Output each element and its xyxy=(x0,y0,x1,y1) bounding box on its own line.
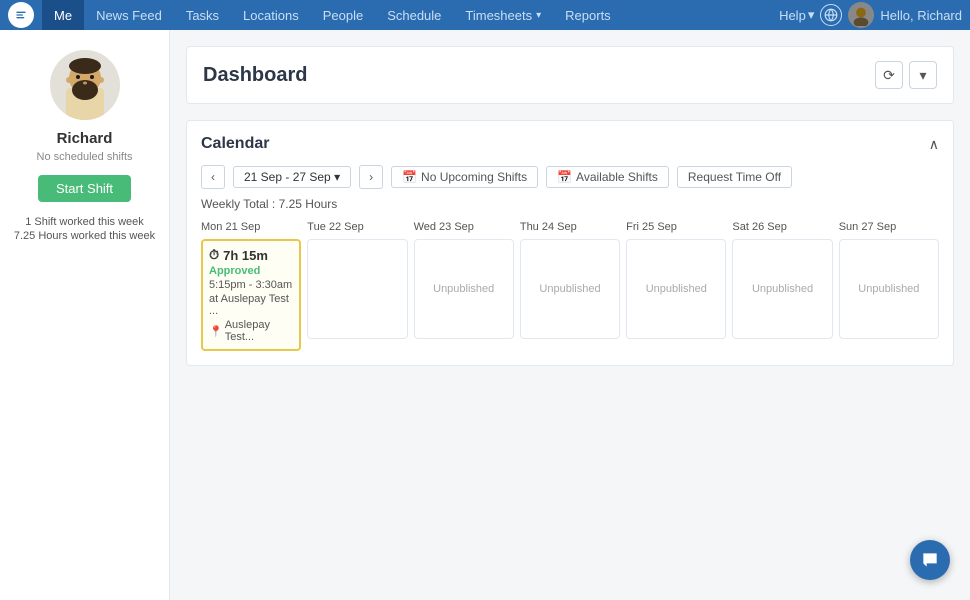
nav-locations[interactable]: Locations xyxy=(231,0,311,30)
weekly-total: Weekly Total : 7.25 Hours xyxy=(201,197,939,211)
day-column-sat: Sat 26 Sep Unpublished xyxy=(732,221,832,351)
nav-items: Me News Feed Tasks Locations People Sche… xyxy=(42,0,779,30)
sidebar: Richard No scheduled shifts Start Shift … xyxy=(0,30,170,600)
user-greeting[interactable]: Hello, Richard xyxy=(880,8,962,23)
day-column-mon: Mon 21 Sep ⏱ 7h 15m Approved 5:15pm - 3:… xyxy=(201,221,301,351)
nav-schedule[interactable]: Schedule xyxy=(375,0,453,30)
nav-reports[interactable]: Reports xyxy=(553,0,623,30)
shift-time-detail: 5:15pm - 3:30am xyxy=(209,279,292,291)
dashboard-title: Dashboard xyxy=(203,64,307,87)
day-column-wed: Wed 23 Sep Unpublished xyxy=(414,221,514,351)
start-shift-button[interactable]: Start Shift xyxy=(38,175,131,202)
day-column-thu: Thu 24 Sep Unpublished xyxy=(520,221,620,351)
pin-icon: 📍 xyxy=(209,325,223,338)
logo[interactable] xyxy=(8,2,34,28)
sidebar-username: Richard xyxy=(57,130,113,147)
calendar-collapse-button[interactable]: ∧ xyxy=(929,136,939,153)
no-upcoming-label: No Upcoming Shifts xyxy=(421,170,527,184)
day-header-wed: Wed 23 Sep xyxy=(414,221,514,233)
shift-status: Approved xyxy=(209,265,260,277)
shift-location-name: Auslepay Test... xyxy=(225,319,294,343)
avatar xyxy=(50,50,120,120)
request-time-off-button[interactable]: Request Time Off xyxy=(677,166,792,188)
day-column-fri: Fri 25 Sep Unpublished xyxy=(626,221,726,351)
day-label-sat: Unpublished xyxy=(752,283,813,295)
nav-people[interactable]: People xyxy=(311,0,375,30)
day-header-fri: Fri 25 Sep xyxy=(626,221,726,233)
sidebar-shifts-stat: 1 Shift worked this week xyxy=(25,216,144,228)
shift-duration: ⏱ 7h 15m xyxy=(209,247,268,263)
date-range-label: 21 Sep - 27 Sep xyxy=(244,170,331,184)
day-label-thu: Unpublished xyxy=(539,283,600,295)
date-range-button[interactable]: 21 Sep - 27 Sep ▾ xyxy=(233,166,351,188)
nav-tasks[interactable]: Tasks xyxy=(174,0,231,30)
day-cell-sat: Unpublished xyxy=(732,239,832,339)
day-column-sun: Sun 27 Sep Unpublished xyxy=(839,221,939,351)
top-navigation: Me News Feed Tasks Locations People Sche… xyxy=(0,0,970,30)
day-label-wed: Unpublished xyxy=(433,283,494,295)
available-shifts-button[interactable]: 📅 Available Shifts xyxy=(546,166,669,188)
calendar-next-button[interactable]: › xyxy=(359,165,383,189)
today-badge: Tue 22 Sep xyxy=(307,221,363,233)
calendar-icon-2: 📅 xyxy=(557,170,572,184)
dashboard-actions: ⟳ ▾ xyxy=(875,61,937,89)
day-cell-mon[interactable]: ⏱ 7h 15m Approved 5:15pm - 3:30am at Aus… xyxy=(201,239,301,351)
day-header-thu: Thu 24 Sep xyxy=(520,221,620,233)
day-label-sun: Unpublished xyxy=(858,283,919,295)
request-time-off-label: Request Time Off xyxy=(688,170,781,184)
calendar-section-header: Calendar ∧ xyxy=(201,135,939,153)
calendar-controls: ‹ 21 Sep - 27 Sep ▾ › 📅 No Upcoming Shif… xyxy=(201,165,939,189)
shift-duration-value: 7h 15m xyxy=(223,248,268,263)
day-cell-fri: Unpublished xyxy=(626,239,726,339)
day-column-tue: Tue 22 Sep xyxy=(307,221,407,351)
day-label-fri: Unpublished xyxy=(646,283,707,295)
dashboard-refresh-button[interactable]: ⟳ xyxy=(875,61,903,89)
day-cell-thu: Unpublished xyxy=(520,239,620,339)
dashboard-dropdown-button[interactable]: ▾ xyxy=(909,61,937,89)
calendar-title: Calendar xyxy=(201,135,269,153)
help-button[interactable]: Help ▾ xyxy=(779,7,814,23)
day-cell-wed: Unpublished xyxy=(414,239,514,339)
user-avatar[interactable] xyxy=(848,2,874,28)
nav-newsfeed[interactable]: News Feed xyxy=(84,0,174,30)
main-layout: Richard No scheduled shifts Start Shift … xyxy=(0,30,970,600)
topnav-right: Help ▾ Hello, Richard xyxy=(779,2,962,28)
no-upcoming-shifts-button[interactable]: 📅 No Upcoming Shifts xyxy=(391,166,538,188)
clock-icon: ⏱ xyxy=(209,247,219,263)
calendar-icon-1: 📅 xyxy=(402,170,417,184)
available-shifts-label: Available Shifts xyxy=(576,170,658,184)
calendar-section: Calendar ∧ ‹ 21 Sep - 27 Sep ▾ › 📅 No Up… xyxy=(186,120,954,366)
dashboard-header: Dashboard ⟳ ▾ xyxy=(186,46,954,104)
shift-location-line1: at Auslepay Test ... xyxy=(209,293,293,317)
nav-me[interactable]: Me xyxy=(42,0,84,30)
nav-timesheets[interactable]: Timesheets ▾ xyxy=(453,0,553,30)
chat-bubble-button[interactable] xyxy=(910,540,950,580)
sidebar-hours-stat: 7.25 Hours worked this week xyxy=(14,230,155,242)
sidebar-schedule-status: No scheduled shifts xyxy=(37,151,133,163)
language-button[interactable] xyxy=(820,4,842,26)
day-header-tue: Tue 22 Sep xyxy=(307,221,407,233)
main-content: Dashboard ⟳ ▾ Calendar ∧ ‹ 21 Sep - 27 S… xyxy=(170,30,970,600)
day-header-mon: Mon 21 Sep xyxy=(201,221,301,233)
day-cell-tue xyxy=(307,239,407,339)
day-header-sat: Sat 26 Sep xyxy=(732,221,832,233)
calendar-grid: Mon 21 Sep ⏱ 7h 15m Approved 5:15pm - 3:… xyxy=(201,221,939,351)
day-cell-sun: Unpublished xyxy=(839,239,939,339)
shift-location-line2: 📍 Auslepay Test... xyxy=(209,319,293,343)
day-header-sun: Sun 27 Sep xyxy=(839,221,939,233)
calendar-prev-button[interactable]: ‹ xyxy=(201,165,225,189)
